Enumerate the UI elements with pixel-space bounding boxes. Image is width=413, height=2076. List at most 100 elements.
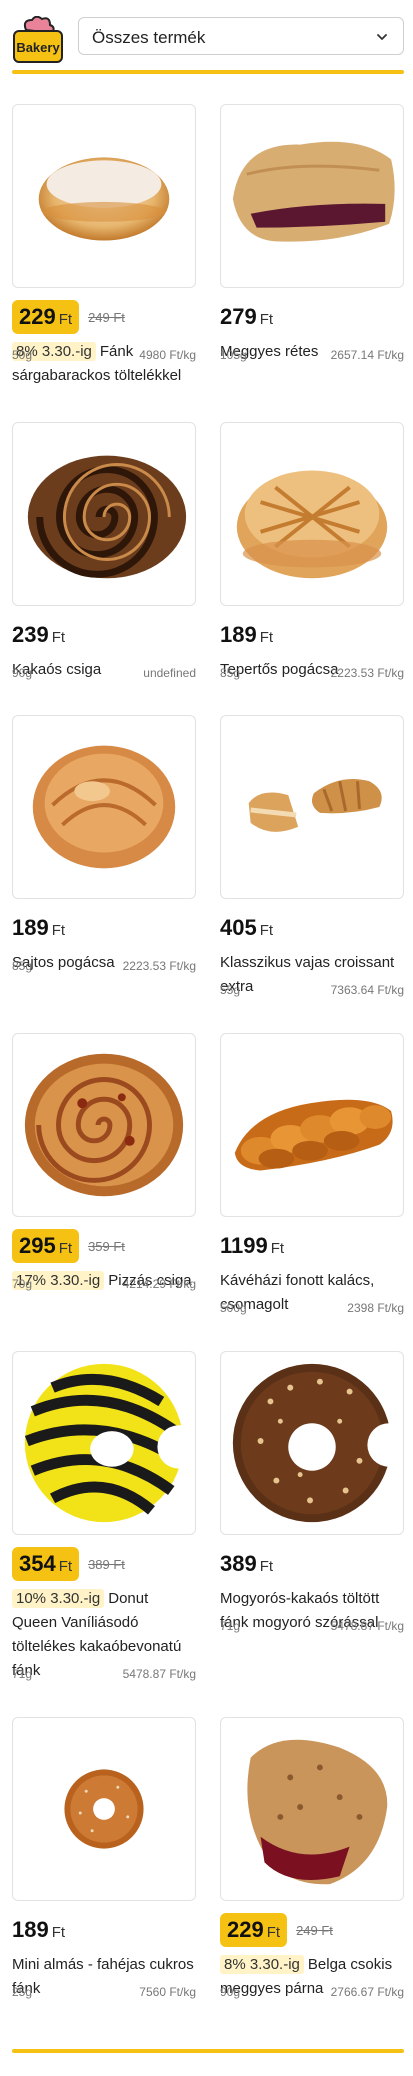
divider-bottom <box>12 2049 404 2053</box>
old-price: 249 Ft <box>296 1922 333 1938</box>
price-value: 295 <box>19 1233 56 1258</box>
price-currency: Ft <box>259 311 274 328</box>
product-image[interactable] <box>12 1717 196 1901</box>
donut-powdered-image <box>38 157 170 241</box>
price-badge: 229 Ft <box>220 1913 288 1947</box>
product-meta: 90g 2766.67 Ft/kg <box>220 1985 404 2001</box>
product-meta: 90g undefined <box>12 666 196 682</box>
product-meta: 71g 5478.87 Ft/kg <box>220 1619 404 1635</box>
price-badge: 189 Ft <box>12 1913 65 1947</box>
unit-price: 4980 Ft/kg <box>139 348 196 362</box>
unit-price: 2657.14 Ft/kg <box>330 348 404 362</box>
product-meta: 50g 4980 Ft/kg <box>12 348 196 364</box>
product-meta: 105g 2657.14 Ft/kg <box>220 348 404 364</box>
price-row: 354 Ft 389 Ft <box>12 1547 196 1581</box>
price-badge: 189 Ft <box>220 618 273 652</box>
product-meta: 55g 7363.64 Ft/kg <box>220 983 404 999</box>
product-weight: 50g <box>12 348 33 362</box>
product-weight: 71g <box>12 1667 33 1681</box>
cherry-pillow-image <box>247 1739 388 1885</box>
product-weight: 25g <box>12 1985 33 1999</box>
price-badge: 295 Ft <box>12 1229 80 1263</box>
product-image[interactable] <box>220 1033 404 1217</box>
product-image[interactable] <box>220 104 404 288</box>
product-weight: 85g <box>12 959 33 973</box>
product-weight: 70g <box>12 1277 33 1291</box>
cherry-strudel-image <box>232 141 395 242</box>
header: Bakery Összes termék <box>12 14 404 63</box>
price-currency: Ft <box>51 922 66 939</box>
price-value: 1199 <box>220 1233 268 1258</box>
price-badge: 354 Ft <box>12 1547 80 1581</box>
price-row: 239 Ft <box>12 618 196 652</box>
product-image[interactable] <box>220 422 404 606</box>
product-image[interactable] <box>12 422 196 606</box>
old-price: 359 Ft <box>88 1238 125 1254</box>
product-weight: 90g <box>12 666 33 680</box>
braided-bread-image <box>234 1099 393 1171</box>
product-weight: 85g <box>220 666 241 680</box>
price-value: 405 <box>220 915 257 940</box>
product-meta: 25g 7560 Ft/kg <box>12 1985 196 2001</box>
cocoa-roll-image <box>27 455 187 579</box>
price-currency: Ft <box>259 1558 274 1575</box>
product-image[interactable] <box>12 1351 196 1535</box>
price-row: 405 Ft <box>220 911 404 945</box>
unit-price: 2223.53 Ft/kg <box>330 666 404 680</box>
price-badge: 279 Ft <box>220 300 273 334</box>
product-meta: 71g 5478.87 Ft/kg <box>12 1667 196 1683</box>
product-image[interactable] <box>12 104 196 288</box>
price-currency: Ft <box>51 1924 66 1941</box>
product-weight: 105g <box>220 348 247 362</box>
unit-price: 5478.87 Ft/kg <box>330 1619 404 1633</box>
price-row: 189 Ft <box>12 911 196 945</box>
cheese-scone-image <box>32 745 176 869</box>
hazelnut-donut-image <box>232 1363 403 1523</box>
product-weight: 55g <box>220 983 241 997</box>
price-row: 1199 Ft <box>220 1229 404 1263</box>
product-image[interactable] <box>220 1717 404 1901</box>
price-value: 389 <box>220 1551 257 1576</box>
mini-donut-image <box>64 1769 144 1849</box>
price-value: 229 <box>19 304 56 329</box>
price-row: 389 Ft <box>220 1547 404 1581</box>
product-meta: 500g 2398 Ft/kg <box>220 1301 404 1317</box>
product-image[interactable] <box>220 715 404 899</box>
unit-price: 7363.64 Ft/kg <box>330 983 404 997</box>
price-badge: 189 Ft <box>12 911 65 945</box>
price-value: 354 <box>19 1551 56 1576</box>
price-currency: Ft <box>259 922 274 939</box>
price-value: 279 <box>220 304 257 329</box>
unit-price: 2398 Ft/kg <box>347 1301 404 1315</box>
price-row: 189 Ft <box>12 1913 196 1947</box>
price-currency: Ft <box>58 1240 73 1257</box>
category-select-value: Összes termék <box>92 28 206 47</box>
product-weight: 500g <box>220 1301 247 1315</box>
price-value: 189 <box>12 1917 49 1942</box>
product-image[interactable] <box>220 1351 404 1535</box>
product-image[interactable] <box>12 1033 196 1217</box>
product-image[interactable] <box>12 715 196 899</box>
price-badge: 239 Ft <box>12 618 65 652</box>
product-weight: 90g <box>220 1985 241 1999</box>
price-value: 189 <box>12 915 49 940</box>
category-select[interactable]: Összes termék <box>78 17 404 55</box>
product-meta: 85g 2223.53 Ft/kg <box>12 959 196 975</box>
price-badge: 389 Ft <box>220 1547 273 1581</box>
unit-price: 2223.53 Ft/kg <box>122 959 196 973</box>
product-meta: 70g 4214.29 Ft/kg <box>12 1277 196 1293</box>
price-value: 229 <box>227 1917 264 1942</box>
bakery-logo[interactable]: Bakery <box>12 15 64 64</box>
old-price: 389 Ft <box>88 1556 125 1572</box>
price-row: 279 Ft <box>220 300 404 334</box>
product-weight: 71g <box>220 1619 241 1633</box>
price-currency: Ft <box>270 1240 285 1257</box>
divider-top <box>12 70 404 74</box>
unit-price: 4214.29 Ft/kg <box>122 1277 196 1291</box>
old-price: 249 Ft <box>88 309 125 325</box>
price-badge: 405 Ft <box>220 911 273 945</box>
price-row: 189 Ft <box>220 618 404 652</box>
unit-price: undefined <box>143 666 196 680</box>
promo-badge: 8% 3.30.-ig <box>220 1955 304 1974</box>
price-value: 239 <box>12 622 49 647</box>
